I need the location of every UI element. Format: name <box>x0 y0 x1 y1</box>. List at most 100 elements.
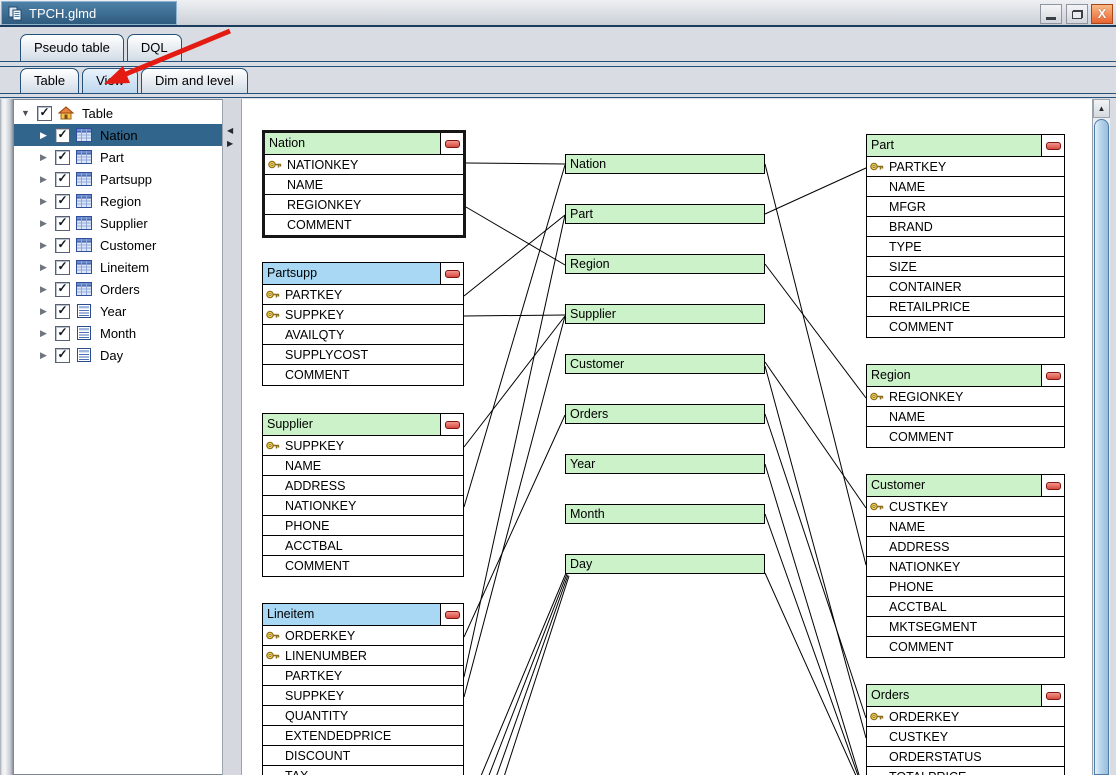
field-row[interactable]: REGIONKEY <box>265 195 463 215</box>
collapse-right-icon[interactable]: ▶ <box>227 140 233 148</box>
vertical-scrollbar[interactable]: ▲ <box>1092 99 1110 775</box>
field-row[interactable]: SIZE <box>867 257 1064 277</box>
field-row[interactable]: NATIONKEY <box>263 496 463 516</box>
collapse-button[interactable] <box>440 604 463 625</box>
field-row[interactable]: COMMENT <box>867 317 1064 337</box>
field-row[interactable]: ORDERKEY <box>867 707 1064 727</box>
collapse-button[interactable] <box>440 414 463 435</box>
collapsed-arrow-icon[interactable]: ▶ <box>38 152 49 163</box>
collapsed-arrow-icon[interactable]: ▶ <box>38 240 49 251</box>
field-row[interactable]: NAME <box>263 456 463 476</box>
tree-item-table[interactable]: ▼ ✓ Table <box>14 102 222 124</box>
er-diagram-canvas[interactable]: Nation NATIONKEY NAME REGIONKEY COMMENT Parts… <box>242 99 1092 775</box>
mini-table-month[interactable]: Month <box>565 504 765 524</box>
collapsed-arrow-icon[interactable]: ▶ <box>38 284 49 295</box>
field-row[interactable]: COMMENT <box>867 637 1064 657</box>
field-row[interactable]: CUSTKEY <box>867 497 1064 517</box>
field-row[interactable]: NAME <box>867 177 1064 197</box>
field-row[interactable]: COMMENT <box>263 365 463 385</box>
document-tab[interactable]: TPCH.glmd <box>1 1 177 25</box>
entity-supplier[interactable]: Supplier SUPPKEY NAME ADDRESS NATIONKEY PHONE… <box>262 413 464 577</box>
minimize-button[interactable] <box>1040 4 1062 24</box>
field-row[interactable]: QUANTITY <box>263 706 463 726</box>
field-row[interactable]: NATIONKEY <box>265 155 463 175</box>
field-row[interactable]: ACCTBAL <box>263 536 463 556</box>
collapse-button[interactable] <box>1041 685 1064 706</box>
checkbox-region[interactable]: ✓ <box>55 193 70 209</box>
collapse-left-icon[interactable]: ◀ <box>227 127 233 135</box>
tab-view[interactable]: View <box>82 68 139 93</box>
mini-table-customer[interactable]: Customer <box>565 354 765 374</box>
field-row[interactable]: ADDRESS <box>867 537 1064 557</box>
tree-item-lineitem[interactable]: ▶ ✓ Lineitem <box>14 256 222 278</box>
collapse-button[interactable] <box>1041 475 1064 496</box>
tree-item-day[interactable]: ▶ ✓ Day <box>14 344 222 366</box>
mini-table-nation[interactable]: Nation <box>565 154 765 174</box>
mini-table-supplier[interactable]: Supplier <box>565 304 765 324</box>
checkbox-partsupp[interactable]: ✓ <box>55 171 70 187</box>
collapsed-arrow-icon[interactable]: ▶ <box>38 196 49 207</box>
field-row[interactable]: MFGR <box>867 197 1064 217</box>
field-row[interactable]: COMMENT <box>263 556 463 576</box>
tree-item-nation[interactable]: ▶ ✓ Nation <box>14 124 222 146</box>
tree-item-year[interactable]: ▶ ✓ Year <box>14 300 222 322</box>
close-button[interactable]: X <box>1091 4 1113 24</box>
field-row[interactable]: DISCOUNT <box>263 746 463 766</box>
tree-item-supplier[interactable]: ▶ ✓ Supplier <box>14 212 222 234</box>
field-row[interactable]: ADDRESS <box>263 476 463 496</box>
entity-part[interactable]: Part PARTKEY NAME MFGR BRAND TYPE SIZE CONTAINE… <box>866 134 1065 338</box>
collapsed-panel-strip[interactable] <box>0 99 13 775</box>
restore-button[interactable] <box>1066 4 1088 24</box>
field-row[interactable]: COMMENT <box>867 427 1064 447</box>
field-row[interactable]: PHONE <box>867 577 1064 597</box>
checkbox-day[interactable]: ✓ <box>55 347 70 363</box>
checkbox-nation[interactable]: ✓ <box>55 127 70 143</box>
collapsed-arrow-icon[interactable]: ▶ <box>38 350 49 361</box>
tree-item-orders[interactable]: ▶ ✓ Orders <box>14 278 222 300</box>
tab-pseudo-table[interactable]: Pseudo table <box>20 34 124 61</box>
tab-dim-and-level[interactable]: Dim and level <box>141 68 248 93</box>
collapse-button[interactable] <box>440 263 463 284</box>
mini-table-part[interactable]: Part <box>565 204 765 224</box>
scrollbar-thumb[interactable] <box>1094 119 1109 775</box>
field-row[interactable]: CONTAINER <box>867 277 1064 297</box>
tree-item-partsupp[interactable]: ▶ ✓ Partsupp <box>14 168 222 190</box>
tree-item-part[interactable]: ▶ ✓ Part <box>14 146 222 168</box>
mini-table-year[interactable]: Year <box>565 454 765 474</box>
entity-lineitem[interactable]: Lineitem ORDERKEY LINENUMBER PARTKEY SUPPKEY… <box>262 603 464 775</box>
mini-table-day[interactable]: Day <box>565 554 765 574</box>
tree-item-region[interactable]: ▶ ✓ Region <box>14 190 222 212</box>
collapsed-arrow-icon[interactable]: ▶ <box>38 174 49 185</box>
field-row[interactable]: SUPPLYCOST <box>263 345 463 365</box>
collapse-button[interactable] <box>1041 135 1064 156</box>
field-row[interactable]: TYPE <box>867 237 1064 257</box>
field-row[interactable]: PARTKEY <box>263 666 463 686</box>
entity-customer[interactable]: Customer CUSTKEY NAME ADDRESS NATIONKEY PHONE… <box>866 474 1065 658</box>
field-row[interactable]: REGIONKEY <box>867 387 1064 407</box>
collapse-button[interactable] <box>440 133 463 154</box>
checkbox-month[interactable]: ✓ <box>55 325 70 341</box>
expanded-arrow-icon[interactable]: ▼ <box>20 108 31 118</box>
field-row[interactable]: NAME <box>265 175 463 195</box>
scroll-up-button[interactable]: ▲ <box>1093 99 1110 118</box>
checkbox-part[interactable]: ✓ <box>55 149 70 165</box>
field-row[interactable]: ORDERSTATUS <box>867 747 1064 767</box>
field-row[interactable]: NAME <box>867 407 1064 427</box>
tab-table[interactable]: Table <box>20 68 80 93</box>
tree-item-month[interactable]: ▶ ✓ Month <box>14 322 222 344</box>
field-row[interactable]: PARTKEY <box>867 157 1064 177</box>
mini-table-region[interactable]: Region <box>565 254 765 274</box>
field-row[interactable]: TAX <box>263 766 463 775</box>
field-row[interactable]: AVAILQTY <box>263 325 463 345</box>
checkbox-lineitem[interactable]: ✓ <box>55 259 70 275</box>
field-row[interactable]: MKTSEGMENT <box>867 617 1064 637</box>
tab-dql[interactable]: DQL <box>126 34 182 61</box>
checkbox-table[interactable]: ✓ <box>37 105 52 121</box>
field-row[interactable]: SUPPKEY <box>263 305 463 325</box>
field-row[interactable]: SUPPKEY <box>263 686 463 706</box>
entity-orders[interactable]: Orders ORDERKEY CUSTKEY ORDERSTATUS TOTALPRI… <box>866 684 1065 775</box>
checkbox-supplier[interactable]: ✓ <box>55 215 70 231</box>
field-row[interactable]: PARTKEY <box>263 285 463 305</box>
panel-splitter[interactable]: ◀ ▶ <box>222 99 242 775</box>
field-row[interactable]: NAME <box>867 517 1064 537</box>
